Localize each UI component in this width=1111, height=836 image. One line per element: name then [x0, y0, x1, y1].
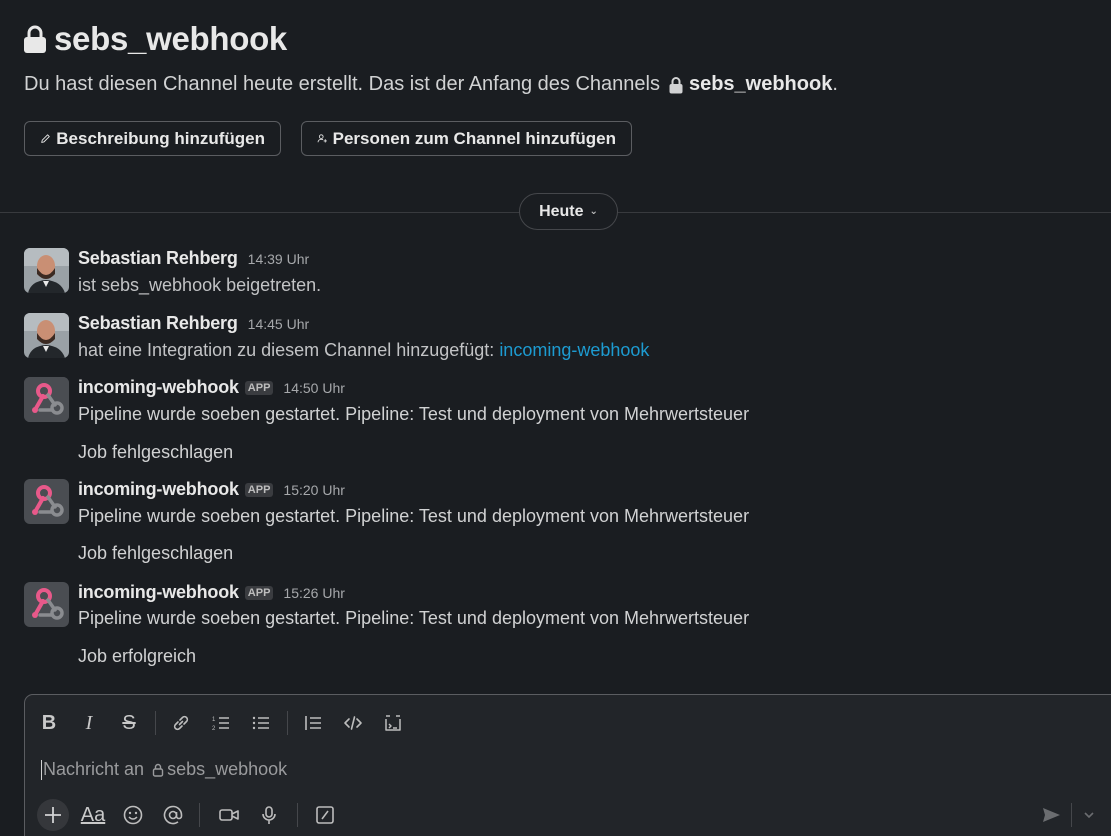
- plus-icon[interactable]: [37, 799, 69, 831]
- toolbar-separator: [199, 803, 200, 827]
- channel-title-row: sebs_webhook: [22, 20, 287, 58]
- timestamp[interactable]: 14:45 Uhr: [248, 316, 309, 332]
- message-header: incoming-webhook APP 14:50 Uhr: [78, 377, 345, 398]
- add-people-label: Personen zum Channel hinzufügen: [332, 128, 616, 148]
- svg-text:2: 2: [212, 726, 216, 732]
- message-text: Job erfolgreich: [78, 646, 197, 666]
- timestamp[interactable]: 14:39 Uhr: [248, 251, 309, 267]
- message-text: Job fehlgeschlagen: [78, 543, 234, 563]
- message-header: Sebastian Rehberg 14:39 Uhr: [78, 248, 309, 269]
- timestamp[interactable]: 15:20 Uhr: [283, 482, 344, 498]
- channel-intro: Du hast diesen Channel heute erstellt. D…: [24, 73, 838, 96]
- ordered-list-icon[interactable]: 12: [207, 709, 235, 737]
- toolbar-separator: [287, 711, 288, 735]
- channel-title: sebs_webhook: [54, 20, 287, 57]
- chevron-down-icon[interactable]: [1077, 799, 1101, 831]
- lock-icon: [152, 763, 164, 777]
- lock-icon: [669, 76, 683, 93]
- code-icon[interactable]: [339, 709, 367, 737]
- message-text: Pipeline wurde soeben gestartet. Pipelin…: [78, 404, 750, 424]
- message[interactable]: incoming-webhook APP 15:26 Uhr Pipeline …: [24, 582, 1104, 672]
- placeholder-prefix: Nachricht an: [43, 759, 145, 779]
- text-format-label: Aa: [80, 803, 106, 826]
- message-text: hat eine Integration zu diesem Channel h…: [78, 340, 649, 361]
- webhook-icon: [24, 479, 69, 524]
- message-composer: B I S 12 Nachricht an sebs_webhook Aa: [24, 694, 1111, 836]
- pencil-icon: [41, 134, 50, 143]
- message-text: Job fehlgeschlagen: [78, 442, 234, 462]
- message[interactable]: incoming-webhook APP 15:20 Uhr Pipeline …: [24, 479, 1104, 569]
- strikethrough-icon[interactable]: S: [115, 709, 143, 737]
- toolbar-separator: [155, 711, 156, 735]
- webhook-icon: [24, 582, 69, 627]
- microphone-icon[interactable]: [253, 799, 285, 831]
- message[interactable]: Sebastian Rehberg 14:45 Uhr hat eine Int…: [24, 313, 1104, 361]
- video-icon[interactable]: [213, 799, 245, 831]
- webhook-avatar[interactable]: [24, 377, 69, 422]
- message-header: Sebastian Rehberg 14:45 Uhr: [78, 313, 309, 334]
- webhook-avatar[interactable]: [24, 582, 69, 627]
- text-cursor: [41, 759, 42, 780]
- blockquote-icon[interactable]: [299, 709, 327, 737]
- toolbar-separator: [1071, 803, 1072, 827]
- app-badge: APP: [244, 381, 274, 395]
- add-people-button[interactable]: Personen zum Channel hinzufügen: [301, 121, 632, 156]
- placeholder-channel: sebs_webhook: [167, 759, 288, 779]
- avatar[interactable]: [24, 248, 69, 293]
- emoji-icon[interactable]: [117, 799, 149, 831]
- message[interactable]: incoming-webhook APP 14:50 Uhr Pipeline …: [24, 377, 1104, 467]
- message-text: Pipeline wurde soeben gestartet. Pipelin…: [78, 506, 750, 526]
- add-person-icon: [317, 134, 327, 143]
- code-block-icon[interactable]: [379, 709, 407, 737]
- message-header: incoming-webhook APP 15:20 Uhr: [78, 479, 345, 500]
- bold-icon[interactable]: B: [35, 709, 63, 737]
- author-name[interactable]: incoming-webhook: [78, 582, 239, 603]
- italic-icon[interactable]: I: [75, 709, 103, 737]
- message[interactable]: Sebastian Rehberg 14:39 Uhr ist sebs_web…: [24, 248, 1104, 296]
- message-text: ist sebs_webhook beigetreten.: [78, 275, 322, 295]
- timestamp[interactable]: 15:26 Uhr: [283, 585, 344, 601]
- chevron-down-icon: ⌄: [589, 206, 598, 217]
- send-icon[interactable]: [1035, 799, 1067, 831]
- bullet-list-icon[interactable]: [247, 709, 275, 737]
- link-icon[interactable]: [167, 709, 195, 737]
- svg-text:1: 1: [212, 717, 216, 723]
- timestamp[interactable]: 14:50 Uhr: [283, 380, 344, 396]
- add-description-label: Beschreibung hinzufügen: [56, 128, 265, 148]
- app-badge: APP: [244, 586, 274, 600]
- author-name[interactable]: Sebastian Rehberg: [78, 248, 238, 269]
- message-text-body: hat eine Integration zu diesem Channel h…: [78, 340, 495, 360]
- text-format-icon[interactable]: Aa: [77, 799, 109, 831]
- author-name[interactable]: Sebastian Rehberg: [78, 313, 238, 334]
- message-header: incoming-webhook APP 15:26 Uhr: [78, 582, 345, 603]
- message-text: Pipeline wurde soeben gestartet. Pipelin…: [78, 608, 750, 628]
- day-divider-button[interactable]: Heute ⌄: [519, 193, 618, 230]
- mention-icon[interactable]: [157, 799, 189, 831]
- webhook-avatar[interactable]: [24, 479, 69, 524]
- day-divider-label: Heute: [539, 202, 584, 220]
- app-badge: APP: [244, 483, 274, 497]
- intro-text: Du hast diesen Channel heute erstellt. D…: [24, 73, 660, 95]
- lock-icon: [24, 25, 46, 53]
- intro-end: .: [832, 73, 838, 95]
- author-name[interactable]: incoming-webhook: [78, 479, 239, 500]
- integration-link[interactable]: incoming-webhook: [499, 340, 649, 360]
- avatar[interactable]: [24, 313, 69, 358]
- intro-channel-link[interactable]: sebs_webhook: [668, 73, 832, 96]
- toolbar-separator: [297, 803, 298, 827]
- author-name[interactable]: incoming-webhook: [78, 377, 239, 398]
- webhook-icon: [24, 377, 69, 422]
- add-description-button[interactable]: Beschreibung hinzufügen: [24, 121, 281, 156]
- intro-channel-name: sebs_webhook: [688, 73, 833, 95]
- shortcut-icon[interactable]: [309, 799, 341, 831]
- message-input[interactable]: Nachricht an sebs_webhook: [41, 759, 287, 780]
